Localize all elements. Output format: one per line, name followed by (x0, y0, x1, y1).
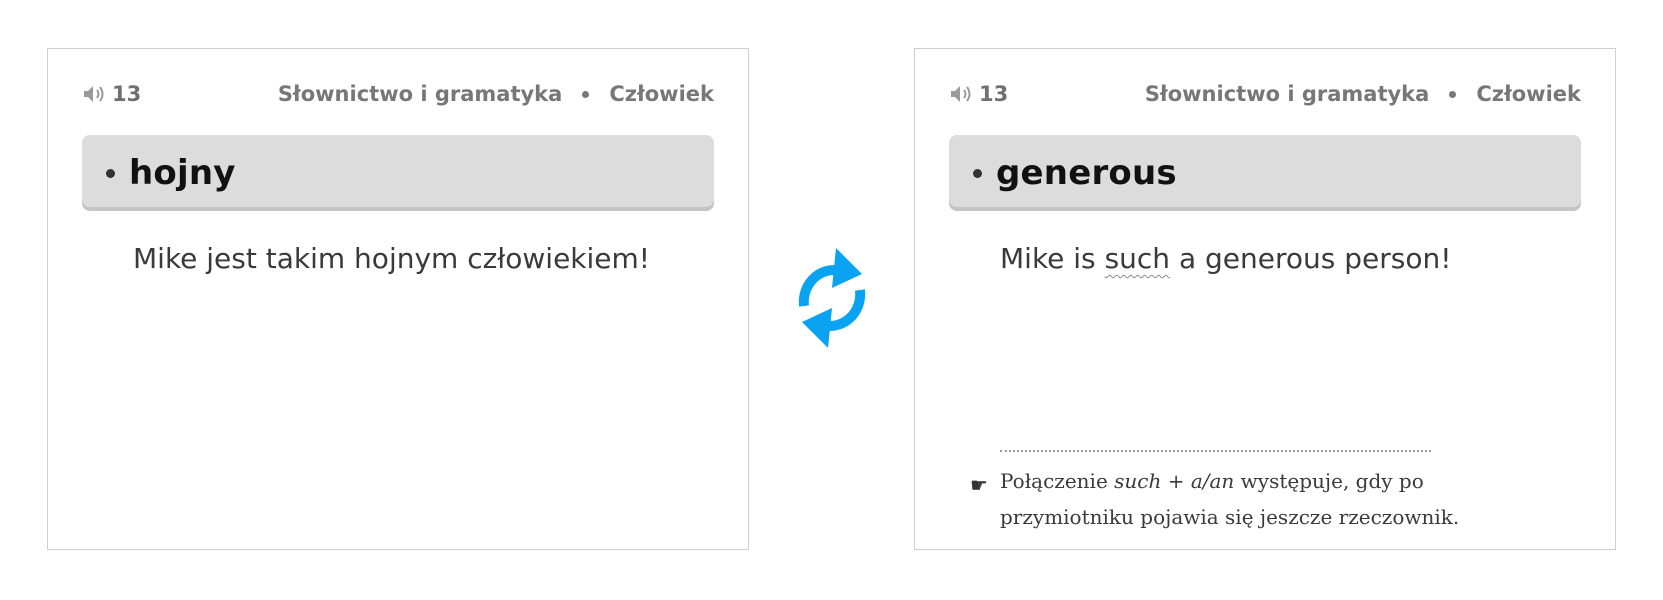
example-text-before: Mike is (1000, 242, 1105, 275)
breadcrumb-separator (1449, 90, 1457, 98)
headword: generous (996, 153, 1177, 193)
audio-count: 13 (979, 82, 1009, 106)
category-label: Słownictwo i gramatyka (277, 82, 563, 106)
card-meta-bar: 13 Słownictwo i gramatyka Człowiek (82, 79, 714, 109)
front-card: 13 Słownictwo i gramatyka Człowiek hojny… (47, 48, 749, 550)
highlighted-word: such (1104, 242, 1171, 275)
breadcrumb: Słownictwo i gramatyka Człowiek (1145, 82, 1581, 106)
example-sentence: Mike is such a generous person! (1000, 242, 1451, 275)
audio-count: 13 (112, 82, 142, 106)
bullet-icon (973, 168, 982, 178)
grammar-note-text: Połączenie such + a/an występuje, gdy po… (1000, 463, 1490, 535)
breadcrumb-separator (582, 90, 590, 98)
refresh-arrows-icon[interactable] (786, 244, 878, 352)
audio-button[interactable]: 13 (82, 82, 141, 106)
headword: hojny (129, 153, 236, 193)
card-meta-bar: 13 Słownictwo i gramatyka Człowiek (949, 79, 1581, 109)
headword-banner: generous (949, 135, 1581, 211)
note-text-part1: Połączenie (1000, 469, 1115, 493)
example-sentence: Mike jest takim hojnym człowiekiem! (133, 242, 651, 275)
audio-button[interactable]: 13 (949, 82, 1008, 106)
topic-label: Człowiek (1476, 82, 1581, 106)
breadcrumb: Słownictwo i gramatyka Człowiek (278, 82, 714, 106)
category-label: Słownictwo i gramatyka (1144, 82, 1430, 106)
grammar-note: ☛ Połączenie such + a/an występuje, gdy … (970, 463, 1490, 535)
back-card: 13 Słownictwo i gramatyka Człowiek gener… (914, 48, 1616, 550)
speaker-icon (951, 86, 971, 102)
note-divider (1000, 450, 1431, 452)
headword-banner: hojny (82, 135, 714, 211)
pointing-hand-icon: ☛ (970, 473, 988, 497)
topic-label: Człowiek (609, 82, 714, 106)
bullet-icon (106, 168, 115, 178)
note-text-italic: such + a/an (1114, 469, 1235, 493)
speaker-icon (84, 86, 104, 102)
example-text-after: a generous person! (1170, 242, 1452, 275)
